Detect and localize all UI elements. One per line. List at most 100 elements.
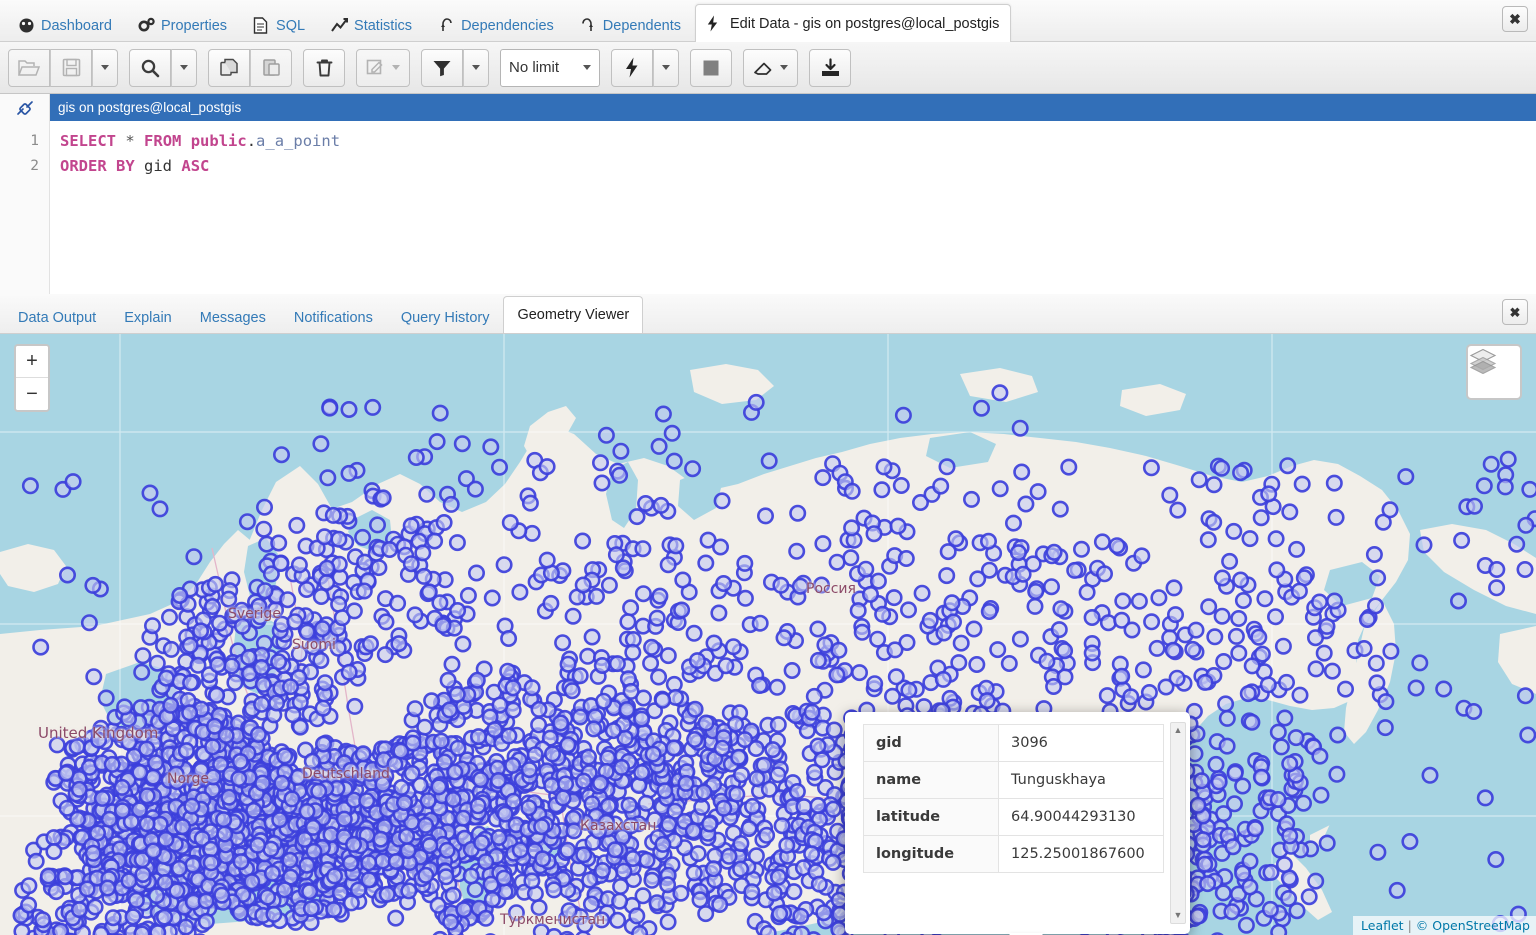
- map-point-marker[interactable]: [686, 730, 704, 748]
- map-point-marker[interactable]: [825, 721, 843, 739]
- map-point-marker[interactable]: [161, 608, 179, 626]
- map-point-marker[interactable]: [448, 534, 466, 552]
- map-point-marker[interactable]: [520, 799, 538, 817]
- map-point-marker[interactable]: [1169, 501, 1187, 519]
- map-point-marker[interactable]: [574, 532, 592, 550]
- map-point-marker[interactable]: [238, 513, 256, 531]
- map-point-marker[interactable]: [215, 811, 233, 829]
- map-point-marker[interactable]: [646, 811, 664, 829]
- map-point-marker[interactable]: [325, 867, 343, 885]
- map-point-marker[interactable]: [124, 908, 142, 926]
- map-point-marker[interactable]: [972, 399, 990, 417]
- map-point-marker[interactable]: [45, 829, 63, 847]
- map-point-marker[interactable]: [1043, 578, 1061, 596]
- map-point-marker[interactable]: [597, 426, 615, 444]
- map-point-marker[interactable]: [415, 567, 433, 585]
- map-point-marker[interactable]: [814, 535, 832, 553]
- map-point-marker[interactable]: [642, 654, 660, 672]
- map-point-marker[interactable]: [1140, 683, 1158, 701]
- map-point-marker[interactable]: [599, 797, 617, 815]
- copy-rows-button[interactable]: [208, 48, 250, 87]
- map-point-marker[interactable]: [1307, 629, 1325, 647]
- map-point-marker[interactable]: [1218, 737, 1236, 755]
- map-point-marker[interactable]: [177, 918, 195, 935]
- map-point-marker[interactable]: [156, 908, 174, 926]
- map-point-marker[interactable]: [276, 747, 294, 765]
- map-point-marker[interactable]: [1270, 923, 1288, 935]
- map-point-marker[interactable]: [989, 641, 1007, 659]
- map-point-marker[interactable]: [378, 885, 396, 903]
- map-point-marker[interactable]: [608, 655, 626, 673]
- map-point-marker[interactable]: [756, 507, 774, 525]
- map-point-marker[interactable]: [220, 590, 238, 608]
- map-point-marker[interactable]: [250, 597, 268, 615]
- map-point-marker[interactable]: [728, 785, 746, 803]
- map-point-marker[interactable]: [253, 695, 271, 713]
- map-point-marker[interactable]: [354, 528, 372, 546]
- map-point-marker[interactable]: [688, 652, 706, 670]
- map-point-marker[interactable]: [575, 772, 593, 790]
- map-point-marker[interactable]: [611, 466, 629, 484]
- map-point-marker[interactable]: [1475, 477, 1493, 495]
- map-point-marker[interactable]: [1167, 606, 1185, 624]
- map-point-marker[interactable]: [853, 623, 871, 641]
- map-point-marker[interactable]: [792, 907, 810, 925]
- map-point-marker[interactable]: [298, 802, 316, 820]
- map-point-marker[interactable]: [374, 775, 392, 793]
- map-point-marker[interactable]: [162, 696, 180, 714]
- map-point-marker[interactable]: [504, 679, 522, 697]
- map-point-marker[interactable]: [97, 689, 115, 707]
- map-point-marker[interactable]: [288, 516, 306, 534]
- map-point-marker[interactable]: [144, 617, 162, 635]
- map-point-marker[interactable]: [355, 582, 373, 600]
- map-point-marker[interactable]: [312, 588, 330, 606]
- map-point-marker[interactable]: [581, 871, 599, 889]
- map-point-marker[interactable]: [1027, 583, 1045, 601]
- map-point-marker[interactable]: [1262, 863, 1280, 881]
- map-point-marker[interactable]: [133, 663, 151, 681]
- map-point-marker[interactable]: [765, 884, 783, 902]
- map-point-marker[interactable]: [1260, 485, 1278, 503]
- map-point-marker[interactable]: [1328, 765, 1346, 783]
- map-point-marker[interactable]: [100, 810, 118, 828]
- map-point-marker[interactable]: [1465, 702, 1483, 720]
- map-point-marker[interactable]: [138, 815, 156, 833]
- map-point-marker[interactable]: [439, 671, 457, 689]
- map-point-marker[interactable]: [1272, 738, 1290, 756]
- map-point-marker[interactable]: [414, 544, 432, 562]
- map-point-marker[interactable]: [256, 582, 274, 600]
- map-point-marker[interactable]: [1157, 678, 1175, 696]
- map-point-marker[interactable]: [803, 703, 821, 721]
- map-point-marker[interactable]: [27, 852, 45, 870]
- map-point-marker[interactable]: [1280, 889, 1298, 907]
- map-point-marker[interactable]: [1017, 495, 1035, 513]
- map-point-marker[interactable]: [368, 516, 386, 534]
- map-point-marker[interactable]: [70, 901, 88, 919]
- map-point-marker[interactable]: [559, 655, 577, 673]
- map-point-marker[interactable]: [48, 736, 66, 754]
- map-point-marker[interactable]: [1279, 457, 1297, 475]
- map-layers-button[interactable]: [1466, 344, 1522, 400]
- map-point-marker[interactable]: [606, 841, 624, 859]
- map-point-marker[interactable]: [633, 763, 651, 781]
- map-point-marker[interactable]: [273, 774, 291, 792]
- map-point-marker[interactable]: [593, 861, 611, 879]
- map-point-marker[interactable]: [1499, 450, 1517, 468]
- map-point-marker[interactable]: [579, 748, 597, 766]
- map-point-marker[interactable]: [1108, 537, 1126, 555]
- map-point-marker[interactable]: [417, 866, 435, 884]
- map-point-marker[interactable]: [495, 556, 513, 574]
- map-point-marker[interactable]: [120, 733, 138, 751]
- map-point-marker[interactable]: [814, 469, 832, 487]
- map-point-marker[interactable]: [416, 718, 434, 736]
- map-point-marker[interactable]: [634, 540, 652, 558]
- map-point-marker[interactable]: [695, 783, 713, 801]
- result-tab-data-output[interactable]: Data Output: [4, 301, 110, 333]
- map-point-marker[interactable]: [789, 504, 807, 522]
- map-point-marker[interactable]: [659, 913, 677, 931]
- map-point-marker[interactable]: [243, 873, 261, 891]
- map-point-marker[interactable]: [443, 655, 461, 673]
- map-point-marker[interactable]: [873, 481, 891, 499]
- execute-button[interactable]: [611, 48, 653, 87]
- map-point-marker[interactable]: [979, 532, 997, 550]
